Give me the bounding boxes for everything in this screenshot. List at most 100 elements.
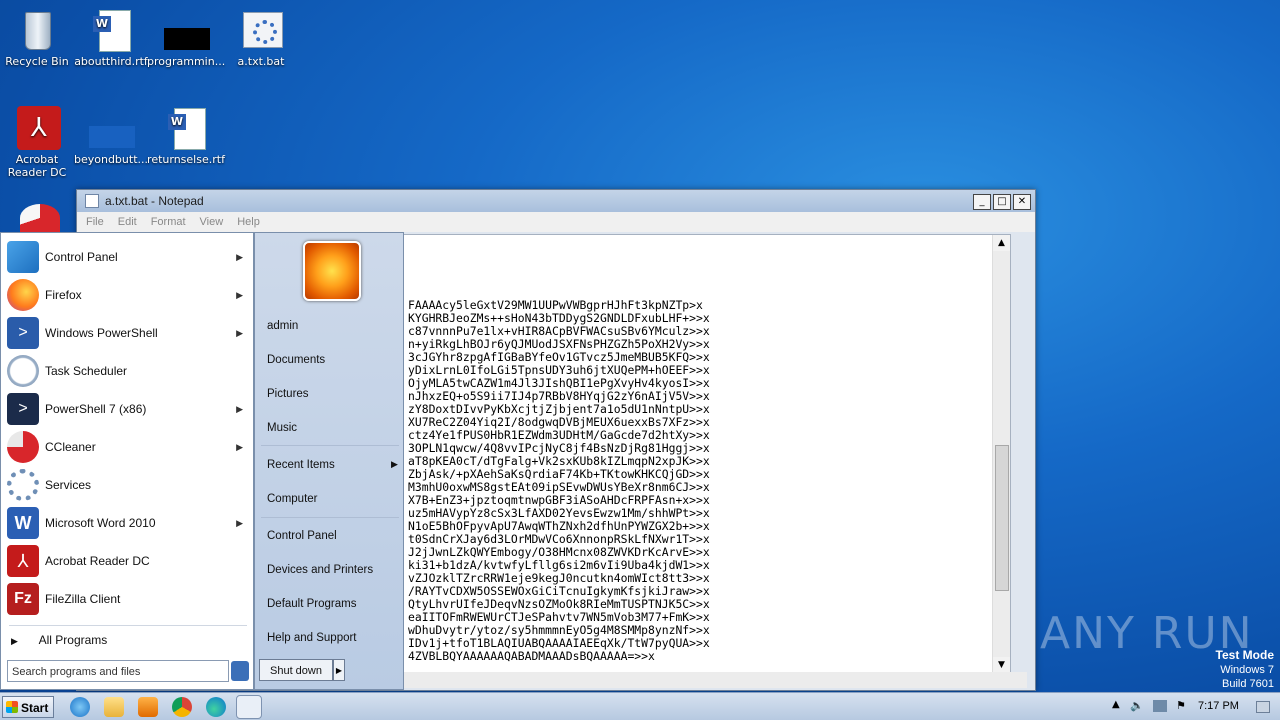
menu-format[interactable]: Format [151, 216, 186, 228]
tray-expand-icon[interactable]: ▲ [1112, 699, 1120, 710]
start-link-default-programs[interactable]: Default Programs [267, 598, 356, 610]
submenu-arrow-icon: ▶ [236, 289, 243, 300]
minimize-button[interactable]: _ [973, 194, 991, 210]
user-picture-avatar[interactable] [303, 241, 361, 301]
desktop-icon-label: a.txt.bat [237, 55, 285, 68]
start-link-pictures[interactable]: Pictures [267, 388, 309, 400]
taskbar-clock[interactable]: 7:17 PM [1198, 700, 1239, 712]
scroll-up-arrow-icon[interactable]: ▲ [993, 235, 1010, 251]
action-center-flag-icon[interactable]: ⚑ [1176, 699, 1186, 712]
explorer-folder-icon[interactable] [104, 697, 124, 717]
start-item-firefox[interactable]: Firefox ▶ [7, 278, 249, 312]
desktop-icon-programmin[interactable]: programmin... [147, 8, 225, 68]
notepad-titlebar[interactable]: a.txt.bat - Notepad _ □ ✕ [77, 190, 1035, 212]
desktop-icon-beyondbutt[interactable]: beyondbutt... [72, 106, 150, 166]
ccleaner-desktop-icon[interactable] [20, 204, 60, 232]
ie-icon[interactable] [70, 697, 90, 717]
start-menu: Control Panel ▶ Firefox ▶ > Windows Powe… [0, 232, 404, 690]
start-menu-places-pane: admin Documents Pictures Music Recent It… [254, 232, 404, 690]
submenu-arrow-icon: ▶ [236, 403, 243, 414]
notification-icon[interactable] [1256, 701, 1270, 713]
control-panel-icon [7, 241, 39, 273]
start-link-help-support[interactable]: Help and Support [267, 632, 357, 644]
shutdown-button[interactable]: Shut down [259, 659, 333, 681]
notepad-menubar: File Edit Format View Help [77, 212, 1035, 232]
desktop-icon-acrobat[interactable]: ⅄ Acrobat Reader DC [0, 106, 76, 179]
console-file-icon [164, 8, 210, 52]
edge-icon[interactable] [206, 697, 226, 717]
desktop-icon-label: programmin... [147, 55, 226, 68]
clock-icon [7, 355, 39, 387]
test-mode-line1: Test Mode [1215, 648, 1274, 662]
network-icon[interactable] [1153, 700, 1167, 712]
notepad-app-icon [85, 194, 99, 208]
start-menu-separator [9, 625, 247, 626]
submenu-arrow-icon: ▶ [236, 327, 243, 338]
shutdown-options-arrow-icon[interactable]: ▶ [333, 659, 345, 681]
submenu-arrow-icon: ▶ [236, 517, 243, 528]
start-item-filezilla[interactable]: Fz FileZilla Client [7, 582, 249, 616]
recent-items-label: Recent Items [267, 459, 335, 471]
start-menu-programs-pane: Control Panel ▶ Firefox ▶ > Windows Powe… [0, 232, 254, 690]
speaker-icon[interactable]: 🔈 [1130, 699, 1144, 712]
start-link-documents[interactable]: Documents [267, 354, 325, 366]
menu-file[interactable]: File [86, 216, 104, 228]
batch-file-gear-icon [241, 8, 283, 52]
vertical-scrollbar[interactable]: ▲ ▼ [992, 235, 1010, 673]
filezilla-icon: Fz [7, 583, 39, 615]
start-link-computer[interactable]: Computer [267, 493, 318, 505]
start-link-recent-items[interactable]: Recent Items ▶ [267, 459, 398, 471]
word-document-icon: W [91, 8, 131, 52]
blank-file-icon [89, 106, 135, 150]
start-item-label: Microsoft Word 2010 [45, 516, 156, 530]
desktop-icon-label: Acrobat Reader DC [7, 153, 67, 179]
start-item-acrobat[interactable]: ⅄ Acrobat Reader DC [7, 544, 249, 578]
desktop-icon-aboutthird[interactable]: W aboutthird.rtf [72, 8, 150, 68]
recycle-bin-icon [17, 8, 57, 52]
menu-help[interactable]: Help [237, 216, 260, 228]
start-item-label: Firefox [45, 288, 82, 302]
desktop-icon-recycle-bin[interactable]: Recycle Bin [0, 8, 76, 68]
desktop-icon-a-txt-bat[interactable]: a.txt.bat [222, 8, 300, 68]
menu-view[interactable]: View [200, 216, 224, 228]
desktop-icon-label: Recycle Bin [5, 55, 69, 68]
start-item-ccleaner[interactable]: CCleaner ▶ [7, 430, 249, 464]
taskbar: Start ▲ 🔈 ⚑ 7:17 PM [0, 692, 1280, 720]
start-link-admin[interactable]: admin [267, 320, 298, 332]
start-link-devices-printers[interactable]: Devices and Printers [267, 564, 373, 576]
desktop-icon-label: returnselse.rtf [147, 153, 225, 166]
start-item-label: Services [45, 478, 92, 492]
notepad-taskbar-icon[interactable] [236, 695, 262, 719]
test-mode-line3: Build 7601 [1222, 678, 1274, 690]
menu-edit[interactable]: Edit [118, 216, 137, 228]
desktop-icon-label: aboutthird.rtf [74, 55, 148, 68]
chrome-icon[interactable] [172, 697, 192, 717]
window-title: a.txt.bat - Notepad [105, 194, 204, 208]
media-player-icon[interactable] [138, 697, 158, 717]
start-link-music[interactable]: Music [267, 422, 297, 434]
start-item-word-2010[interactable]: W Microsoft Word 2010 ▶ [7, 506, 249, 540]
start-search-input[interactable]: Search programs and files [7, 660, 229, 682]
start-item-label: Acrobat Reader DC [45, 554, 150, 568]
all-programs-button[interactable]: ▶ All Programs [11, 633, 107, 647]
scroll-down-arrow-icon[interactable]: ▼ [993, 657, 1010, 673]
start-item-label: Windows PowerShell [45, 326, 158, 340]
word-icon: W [7, 507, 39, 539]
start-item-task-scheduler[interactable]: Task Scheduler [7, 354, 249, 388]
scroll-thumb[interactable] [995, 445, 1009, 591]
maximize-button[interactable]: □ [993, 194, 1011, 210]
places-separator [261, 445, 399, 446]
search-icon[interactable] [231, 661, 249, 681]
powershell-7-icon: > [7, 393, 39, 425]
start-item-powershell-7[interactable]: > PowerShell 7 (x86) ▶ [7, 392, 249, 426]
close-button[interactable]: ✕ [1013, 194, 1031, 210]
test-mode-notice: Test Mode Windows 7 Build 7601 [1216, 648, 1274, 691]
start-item-services[interactable]: Services [7, 468, 249, 502]
start-button[interactable]: Start [2, 696, 54, 718]
submenu-arrow-icon: ▶ [236, 441, 243, 452]
desktop-icon-returnselse[interactable]: W returnselse.rtf [147, 106, 225, 166]
start-link-control-panel[interactable]: Control Panel [267, 530, 337, 542]
start-item-windows-powershell[interactable]: > Windows PowerShell ▶ [7, 316, 249, 350]
start-item-label: FileZilla Client [45, 592, 121, 606]
start-item-control-panel[interactable]: Control Panel ▶ [7, 240, 249, 274]
